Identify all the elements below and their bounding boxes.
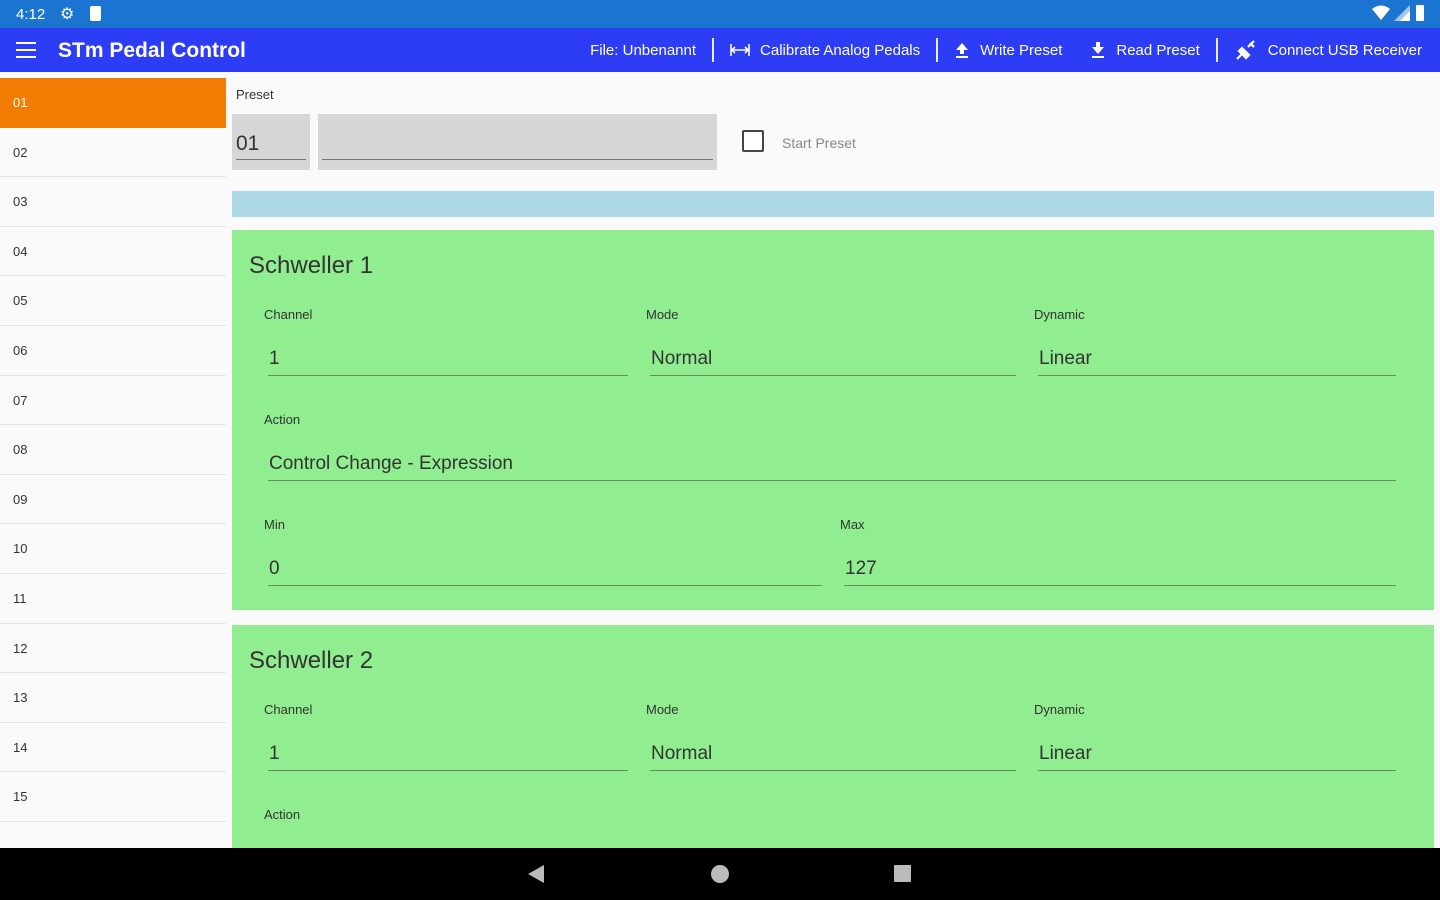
preset-list-item[interactable]: 06 <box>0 326 226 376</box>
preset-label: Preset <box>236 87 274 102</box>
connect-usb-button[interactable]: Connect USB Receiver <box>1234 39 1422 61</box>
action-label: Action <box>264 807 301 822</box>
max-label: Max <box>840 517 865 532</box>
connect-usb-label: Connect USB Receiver <box>1267 41 1422 59</box>
dynamic-label: Dynamic <box>1034 307 1085 322</box>
preset-list-item[interactable]: 14 <box>0 723 226 773</box>
wifi-icon <box>1372 5 1390 20</box>
channel-field[interactable]: 1 <box>268 741 628 771</box>
preset-name-field[interactable] <box>318 114 717 170</box>
dynamic-field[interactable]: Linear <box>1038 741 1396 771</box>
upload-icon <box>956 43 969 58</box>
calibrate-label: Calibrate Analog Pedals <box>760 41 921 59</box>
recents-icon[interactable] <box>894 865 911 882</box>
dynamic-value: Linear <box>1039 348 1092 369</box>
schweller-card: Schweller 2 Channel 1 Mode Normal Dynami… <box>232 625 1434 848</box>
cell-signal-icon <box>1394 5 1410 21</box>
app-bar: STm Pedal Control File: Unbenannt Calibr… <box>0 28 1440 72</box>
dynamic-value: Linear <box>1039 743 1092 764</box>
settings-icon: ⚙ <box>60 6 75 23</box>
preset-list-item[interactable]: 12 <box>0 624 226 674</box>
back-icon[interactable] <box>528 865 544 883</box>
status-time: 4:12 <box>16 6 46 23</box>
divider <box>936 38 939 62</box>
action-field[interactable]: Control Change - Expression <box>268 451 1396 481</box>
write-preset-label: Write Preset <box>980 41 1063 59</box>
info-bar <box>232 191 1434 217</box>
preset-list: 01 02 03 04 05 06 07 08 09 10 11 12 13 1… <box>0 78 226 848</box>
mode-label: Mode <box>646 307 679 322</box>
battery-icon <box>1416 5 1424 21</box>
preset-list-item[interactable]: 03 <box>0 177 226 227</box>
start-preset-label: Start Preset <box>782 135 856 151</box>
preset-list-item[interactable]: 05 <box>0 276 226 326</box>
mode-field[interactable]: Normal <box>650 346 1016 376</box>
max-value: 127 <box>845 558 877 579</box>
write-preset-button[interactable]: Write Preset <box>954 41 1062 59</box>
preset-list-item[interactable]: 07 <box>0 376 226 426</box>
preset-list-item[interactable]: 09 <box>0 475 226 525</box>
channel-field[interactable]: 1 <box>268 346 628 376</box>
start-preset-checkbox[interactable] <box>742 130 764 152</box>
file-button[interactable]: File: Unbenannt <box>590 42 696 59</box>
download-icon <box>1092 42 1105 58</box>
divider <box>712 38 715 62</box>
toolbar-actions: File: Unbenannt Calibrate Analog Pedals … <box>590 28 1422 72</box>
channel-label: Channel <box>264 702 313 717</box>
sd-card-icon <box>90 6 101 21</box>
preset-number-field[interactable]: 01 <box>232 114 310 170</box>
calibrate-button[interactable]: Calibrate Analog Pedals <box>730 42 920 59</box>
card-title: Schweller 2 <box>249 647 374 674</box>
preset-list-item[interactable]: 10 <box>0 524 226 574</box>
usb-icon <box>1235 40 1255 60</box>
min-value: 0 <box>269 558 280 579</box>
mode-value: Normal <box>651 348 713 369</box>
preset-list-item[interactable]: 01 <box>0 78 226 128</box>
preset-list-item[interactable]: 15 <box>0 772 226 822</box>
channel-value: 1 <box>269 348 280 369</box>
schweller-card: Schweller 1 Channel 1 Mode Normal Dynami… <box>232 230 1434 610</box>
max-field[interactable]: 127 <box>844 556 1396 586</box>
dynamic-field[interactable]: Linear <box>1038 346 1396 376</box>
mode-label: Mode <box>646 702 679 717</box>
system-nav-bar <box>0 848 1440 900</box>
channel-label: Channel <box>264 307 313 322</box>
read-preset-label: Read Preset <box>1116 41 1200 59</box>
preset-list-item[interactable]: 13 <box>0 673 226 723</box>
channel-value: 1 <box>269 743 280 764</box>
preset-list-item[interactable]: 08 <box>0 425 226 475</box>
home-icon[interactable] <box>711 865 729 883</box>
min-field[interactable]: 0 <box>268 556 822 586</box>
action-value: Control Change - Expression <box>269 453 513 474</box>
divider <box>1215 38 1218 62</box>
mode-field[interactable]: Normal <box>650 741 1016 771</box>
read-preset-button[interactable]: Read Preset <box>1090 41 1200 59</box>
mode-value: Normal <box>651 743 713 764</box>
file-label: File: Unbenannt <box>590 41 697 59</box>
action-label: Action <box>264 412 301 427</box>
preset-list-item[interactable]: 02 <box>0 128 226 178</box>
status-bar: 4:12 ⚙ <box>0 0 1440 28</box>
preset-editor: Preset 01 Start Preset Schweller 1 Chann… <box>232 78 1434 848</box>
dynamic-label: Dynamic <box>1034 702 1085 717</box>
card-title: Schweller 1 <box>249 252 374 279</box>
preset-number-value: 01 <box>236 132 260 155</box>
menu-icon[interactable] <box>16 42 36 58</box>
min-label: Min <box>264 517 285 532</box>
calibrate-icon <box>730 44 750 56</box>
preset-list-item[interactable]: 04 <box>0 227 226 277</box>
preset-list-item[interactable]: 11 <box>0 574 226 624</box>
app-title: STm Pedal Control <box>58 39 246 62</box>
